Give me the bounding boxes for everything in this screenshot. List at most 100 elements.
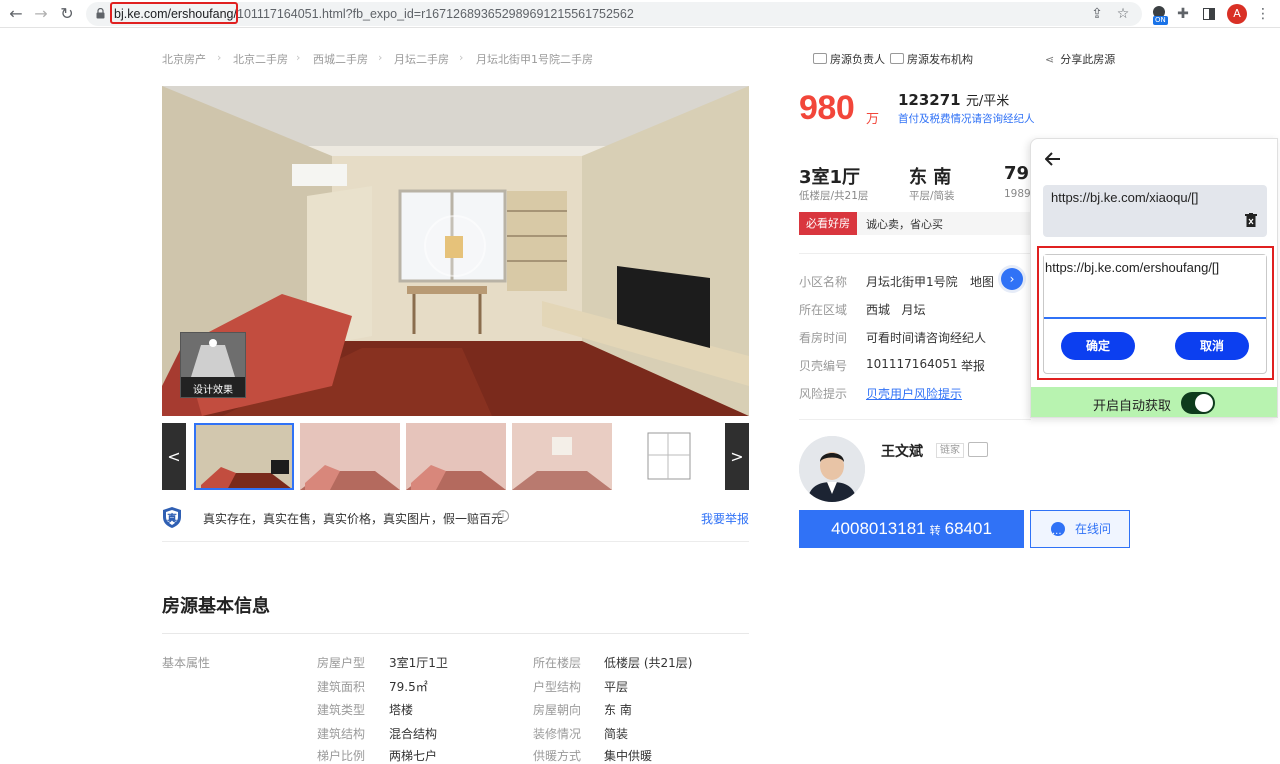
- rule-url-input[interactable]: https://bj.ke.com/ershoufang/[]: [1044, 255, 1266, 319]
- attr-value: 平层: [604, 680, 629, 694]
- person-card-icon: [813, 53, 827, 64]
- agent-divider: [799, 419, 1031, 420]
- reload-icon[interactable]: ↻: [58, 5, 76, 23]
- thumbnails-prev-button[interactable]: <: [162, 423, 186, 490]
- extension-popup: https://bj.ke.com/xiaoqu/[] https://bj.k…: [1030, 138, 1278, 418]
- unit-price-suffix: 元/平米: [965, 94, 1010, 109]
- chat-icon: [1051, 517, 1065, 553]
- agency-card-icon: [890, 53, 904, 64]
- breadcrumb-item[interactable]: 北京房产: [162, 51, 206, 67]
- report-id-link[interactable]: 举报: [961, 357, 985, 374]
- address-bar[interactable]: bj.ke.com/ershoufang/101117164051.html?f…: [86, 2, 1142, 26]
- more-menu-icon[interactable]: ⋮: [1254, 5, 1272, 23]
- community-name[interactable]: 月坛北街甲1号院: [866, 273, 958, 290]
- section-title: 房源基本信息: [162, 596, 270, 617]
- map-link[interactable]: 地图: [970, 273, 994, 290]
- attr-value: 塔楼: [389, 703, 414, 717]
- design-preview-icon: [181, 333, 245, 377]
- extension-on-icon[interactable]: ON: [1150, 5, 1170, 25]
- cancel-button[interactable]: 取消: [1175, 332, 1249, 360]
- confirm-button[interactable]: 确定: [1061, 332, 1135, 360]
- thumbnails-next-button[interactable]: >: [725, 423, 749, 490]
- total-price: 980: [799, 89, 855, 127]
- breadcrumb-item[interactable]: 月坛二手房: [394, 51, 449, 67]
- thumbnail[interactable]: [194, 423, 294, 490]
- phone-button[interactable]: 4008013181 转 68401: [799, 510, 1024, 548]
- attr-key: 房屋朝向: [533, 703, 582, 717]
- breadcrumb-separator: ›: [378, 51, 383, 64]
- info-key-community: 小区名称: [799, 275, 848, 289]
- attr-value: 东 南: [604, 703, 632, 717]
- share-page-icon[interactable]: ⇪: [1088, 5, 1106, 23]
- toggle-knob: [1195, 394, 1213, 412]
- extensions-puzzle-icon[interactable]: ✚: [1174, 5, 1192, 23]
- breadcrumb-separator: ›: [296, 51, 301, 64]
- thumbnail[interactable]: [406, 423, 506, 490]
- back-icon[interactable]: ←: [7, 5, 25, 23]
- shield-badge-text: 真: [167, 514, 177, 525]
- attr-key: 所在楼层: [533, 656, 582, 670]
- info-icon[interactable]: i: [497, 510, 509, 522]
- highlight-text: 诚心卖，省心买: [866, 218, 943, 231]
- attr-key: 建筑类型: [317, 703, 366, 717]
- phone-ext: 68401: [944, 519, 992, 538]
- design-effect-thumb[interactable]: 设计效果: [180, 332, 246, 398]
- url-host-highlight: [110, 2, 238, 24]
- floor-info: 低楼层/共21层: [799, 190, 869, 202]
- attr-key: 建筑结构: [317, 727, 366, 741]
- info-key-viewing: 看房时间: [799, 331, 848, 345]
- auto-fetch-label: 开启自动获取: [1093, 399, 1172, 414]
- build-year: 1989: [1004, 188, 1031, 200]
- breadcrumb-separator: ›: [459, 51, 464, 64]
- delete-icon[interactable]: [1245, 213, 1257, 227]
- unit-price: 123271 元/平米: [898, 90, 1009, 109]
- profile-avatar[interactable]: A: [1227, 4, 1247, 24]
- agency-link[interactable]: 房源发布机构: [890, 51, 973, 67]
- breadcrumb-item[interactable]: 月坛北街甲1号院二手房: [476, 51, 593, 67]
- room-layout: 3室1厅: [799, 167, 861, 188]
- browser-toolbar: ← → ↻ bj.ke.com/ershoufang/101117164051.…: [0, 0, 1280, 28]
- phone-ext-label: 转: [929, 525, 941, 537]
- risk-notice-link[interactable]: 贝壳用户风险提示: [866, 385, 962, 402]
- main-photo[interactable]: 设计效果: [162, 86, 749, 416]
- orientation: 东 南: [909, 167, 952, 188]
- floorplan-thumbnail[interactable]: [618, 423, 718, 490]
- url-path: 101117164051.html?fb_expo_id=r1671268936…: [237, 7, 634, 21]
- agency-label: 房源发布机构: [907, 53, 973, 66]
- tax-consult-link[interactable]: 首付及税费情况请咨询经纪人: [898, 111, 1035, 126]
- auto-fetch-toggle[interactable]: [1181, 392, 1215, 414]
- sidepanel-icon[interactable]: [1200, 5, 1218, 23]
- district-value[interactable]: 西城 月坛: [866, 301, 925, 318]
- area: 79: [1004, 163, 1030, 184]
- breadcrumb-item[interactable]: 西城二手房: [313, 51, 368, 67]
- viewing-time-value: 可看时间请咨询经纪人: [866, 331, 987, 345]
- info-key-risk: 风险提示: [799, 387, 848, 401]
- forward-icon[interactable]: →: [32, 5, 50, 23]
- thumbnail[interactable]: [300, 423, 400, 490]
- listing-owner-link[interactable]: 房源负责人: [813, 51, 885, 67]
- online-chat-button[interactable]: 在线问: [1030, 510, 1130, 553]
- report-link[interactable]: 我要举报: [701, 510, 749, 527]
- agent-name[interactable]: 王文斌: [881, 441, 923, 461]
- extension-badge: ON: [1153, 16, 1168, 25]
- agent-avatar[interactable]: [799, 436, 865, 502]
- design-effect-label: 设计效果: [193, 385, 233, 396]
- share-label: 分享此房源: [1060, 53, 1116, 66]
- listing-owner-label: 房源负责人: [830, 53, 885, 66]
- agent-card-icon[interactable]: [968, 442, 988, 457]
- chat-label: 在线问: [1075, 522, 1112, 536]
- phone-number: 4008013181: [831, 519, 926, 538]
- edit-rule-card: https://bj.ke.com/ershoufang/[] 确定 取消: [1043, 254, 1267, 374]
- breadcrumb-item[interactable]: 北京二手房: [233, 51, 288, 67]
- back-arrow-icon[interactable]: [1044, 151, 1061, 170]
- attr-value: 79.5㎡: [389, 680, 428, 694]
- thumbnail[interactable]: [512, 423, 612, 490]
- room-photo-illustration: [162, 86, 749, 416]
- bookmark-star-icon[interactable]: ☆: [1114, 5, 1132, 23]
- authenticity-promise: 真 真实存在，真实在售，真实价格，真实图片，假一赔百元 i 我要举报: [162, 506, 749, 542]
- breadcrumb-separator: ›: [217, 51, 222, 64]
- share-listing-link[interactable]: ⋖ 分享此房源: [1045, 51, 1115, 67]
- attr-key: 房屋户型: [317, 656, 366, 670]
- highlight-tag: 必看好房: [799, 212, 857, 235]
- expand-arrow-icon[interactable]: ›: [1001, 268, 1023, 290]
